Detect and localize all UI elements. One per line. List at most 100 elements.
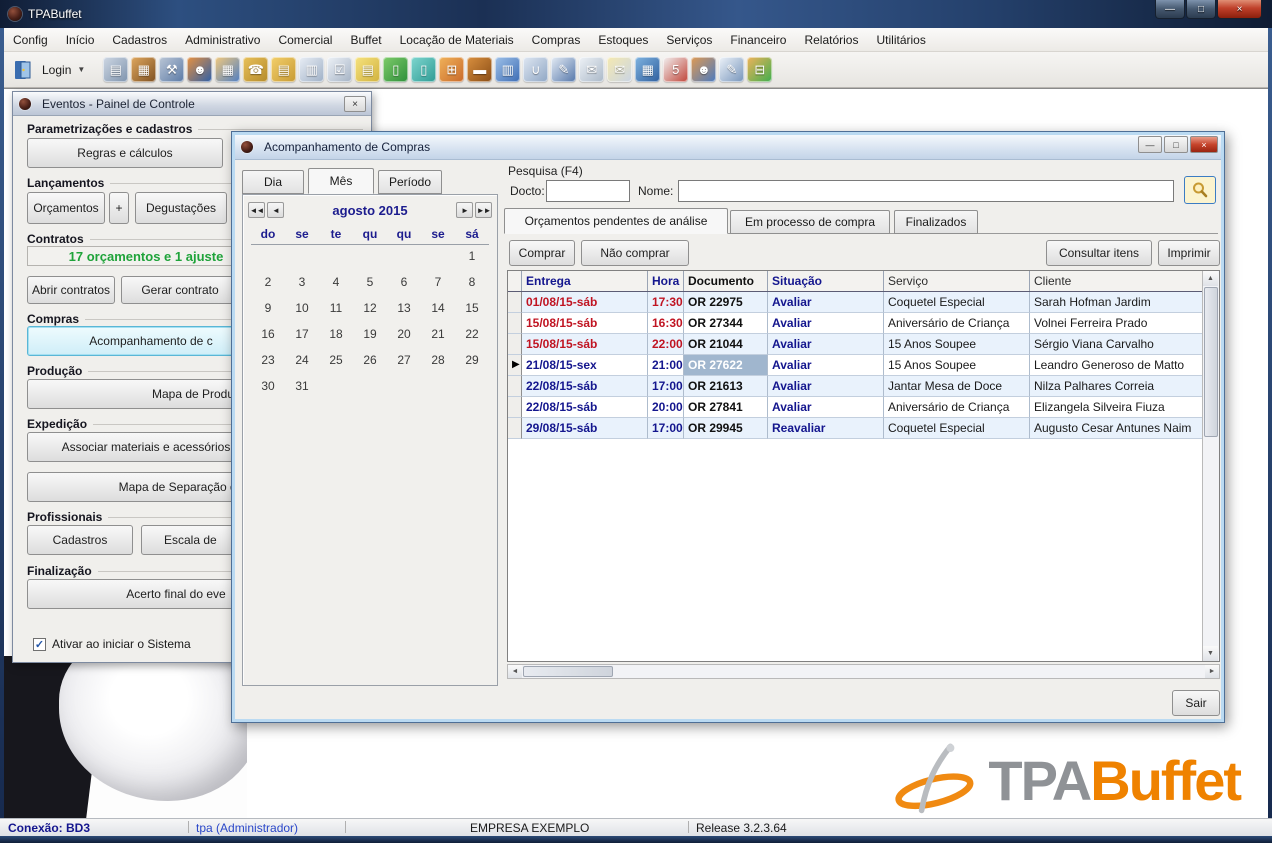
minimize-button[interactable]: — — [1155, 0, 1185, 19]
calendar-day[interactable]: 17 — [285, 321, 319, 347]
cell-servico[interactable]: Coquetel Especial — [884, 418, 1030, 439]
login-button[interactable]: Login — [42, 63, 71, 77]
menu-item[interactable]: Locação de Materiais — [391, 30, 523, 50]
menu-item[interactable]: Financeiro — [721, 30, 795, 50]
document-green-icon[interactable]: ▯ — [383, 57, 409, 82]
calendar-day[interactable]: 22 — [455, 321, 489, 347]
regras-calculos-button[interactable]: Regras e cálculos — [27, 138, 223, 168]
calendar-day[interactable]: 28 — [421, 347, 455, 373]
calendar-day[interactable]: 8 — [455, 269, 489, 295]
header-situacao[interactable]: Situação — [768, 271, 884, 291]
calendar-day[interactable] — [387, 373, 421, 399]
row-selector[interactable] — [508, 313, 522, 334]
mail-open-icon[interactable]: ✉ — [607, 57, 633, 82]
horizontal-scrollbar[interactable]: ◄ ► — [507, 664, 1220, 679]
header-servico[interactable]: Serviço — [884, 271, 1030, 291]
orcamentos-add-button[interactable]: + — [109, 192, 129, 224]
menu-item[interactable]: Config — [4, 30, 57, 50]
grid-export-icon[interactable]: ⊞ — [439, 57, 465, 82]
cell-servico[interactable]: 15 Anos Soupee — [884, 355, 1030, 376]
measure-pencil-icon[interactable]: ✎ — [551, 57, 577, 82]
cadastros-button[interactable]: Cadastros — [27, 525, 133, 555]
envelope-icon[interactable]: ✉ — [579, 57, 605, 82]
cell-documento[interactable]: OR 21613 — [684, 376, 768, 397]
dialog-minimize-button[interactable]: — — [1138, 136, 1162, 153]
cell-servico[interactable]: Aniversário de Criança — [884, 313, 1030, 334]
scroll-left-icon[interactable]: ◄ — [508, 665, 522, 678]
orcamentos-button[interactable]: Orçamentos — [27, 192, 105, 224]
cell-entrega[interactable]: 15/08/15-sáb — [522, 334, 648, 355]
cell-documento[interactable]: OR 27344 — [684, 313, 768, 334]
menu-item[interactable]: Estoques — [589, 30, 657, 50]
cell-hora[interactable]: 17:00 — [648, 418, 684, 439]
notes-icon[interactable]: ▤ — [355, 57, 381, 82]
cell-situacao[interactable]: Avaliar — [768, 376, 884, 397]
calendar-day[interactable] — [421, 243, 455, 269]
calendar-day[interactable]: 24 — [285, 347, 319, 373]
cell-hora[interactable]: 17:30 — [648, 292, 684, 313]
cell-hora[interactable]: 20:00 — [648, 397, 684, 418]
prev-year-button[interactable]: ◄◄ — [248, 202, 265, 218]
cell-cliente[interactable]: Augusto Cesar Antunes Naim — [1030, 418, 1204, 439]
cell-cliente[interactable]: Sarah Hofman Jardim — [1030, 292, 1204, 313]
calendar-day[interactable]: 14 — [421, 295, 455, 321]
table-row[interactable]: 15/08/15-sáb 16:30 OR 27344 Avaliar Aniv… — [508, 313, 1204, 334]
scroll-right-icon[interactable]: ► — [1205, 665, 1219, 678]
degustacoes-button[interactable]: Degustações — [135, 192, 227, 224]
calendar-day[interactable]: 19 — [353, 321, 387, 347]
header-hora[interactable]: Hora — [648, 271, 684, 291]
cell-hora[interactable]: 21:00 — [648, 355, 684, 376]
cell-situacao[interactable]: Avaliar — [768, 397, 884, 418]
chevron-down-icon[interactable]: ▼ — [77, 65, 85, 74]
consultar-itens-button[interactable]: Consultar itens — [1046, 240, 1152, 266]
cell-documento[interactable]: OR 27622 — [684, 355, 768, 376]
cell-servico[interactable]: Aniversário de Criança — [884, 397, 1030, 418]
header-entrega[interactable]: Entrega — [522, 271, 648, 291]
menu-item[interactable]: Utilitários — [867, 30, 934, 50]
spreadsheet-icon[interactable]: ▦ — [635, 57, 661, 82]
menu-item[interactable]: Serviços — [657, 30, 721, 50]
row-selector[interactable] — [508, 334, 522, 355]
calendar-day[interactable]: 6 — [387, 269, 421, 295]
cell-cliente[interactable]: Sérgio Viana Carvalho — [1030, 334, 1204, 355]
calendar-day[interactable]: 31 — [285, 373, 319, 399]
eventos-close-button[interactable]: × — [344, 96, 366, 112]
vertical-scrollbar[interactable]: ▲ ▼ — [1202, 271, 1219, 661]
calendar-day[interactable] — [353, 243, 387, 269]
prev-month-button[interactable]: ◄ — [267, 202, 284, 218]
cell-situacao[interactable]: Avaliar — [768, 313, 884, 334]
calendar-day[interactable]: 3 — [285, 269, 319, 295]
cell-situacao[interactable]: Reavaliar — [768, 418, 884, 439]
print-icon[interactable]: ▤ — [103, 57, 129, 82]
header-cliente[interactable]: Cliente — [1030, 271, 1204, 291]
cabinet-icon[interactable]: ▥ — [495, 57, 521, 82]
dialog-restore-button[interactable]: □ — [1164, 136, 1188, 153]
row-selector[interactable] — [508, 418, 522, 439]
calendar-day[interactable]: 2 — [251, 269, 285, 295]
cell-hora[interactable]: 16:30 — [648, 313, 684, 334]
document-edit-icon[interactable]: ✎ — [719, 57, 745, 82]
docto-input[interactable] — [546, 180, 630, 202]
cell-hora[interactable]: 17:00 — [648, 376, 684, 397]
dialog-close-button[interactable]: × — [1190, 136, 1218, 153]
schedule-table-icon[interactable]: ▦ — [215, 57, 241, 82]
next-month-button[interactable]: ► — [456, 202, 473, 218]
cell-documento[interactable]: OR 27841 — [684, 397, 768, 418]
table-row[interactable]: ▶ 21/08/15-sex 21:00 OR 27622 Avaliar 15… — [508, 355, 1204, 376]
cell-servico[interactable]: Coquetel Especial — [884, 292, 1030, 313]
calendar-day[interactable]: 12 — [353, 295, 387, 321]
cell-documento[interactable]: OR 21044 — [684, 334, 768, 355]
abrir-contratos-button[interactable]: Abrir contratos — [27, 276, 115, 304]
calendar-day[interactable] — [319, 373, 353, 399]
calendar-day[interactable]: 16 — [251, 321, 285, 347]
tab-periodo[interactable]: Período — [378, 170, 442, 194]
comprar-button[interactable]: Comprar — [509, 240, 575, 266]
horizontal-scroll-thumb[interactable] — [523, 666, 613, 677]
menu-item[interactable]: Compras — [523, 30, 590, 50]
table-row[interactable]: 29/08/15-sáb 17:00 OR 29945 Reavaliar Co… — [508, 418, 1204, 439]
phone-icon[interactable]: ☎ — [243, 57, 269, 82]
calendar-day[interactable]: 1 — [455, 243, 489, 269]
menu-item[interactable]: Comercial — [269, 30, 341, 50]
cell-entrega[interactable]: 22/08/15-sáb — [522, 397, 648, 418]
calendar-day[interactable]: 26 — [353, 347, 387, 373]
